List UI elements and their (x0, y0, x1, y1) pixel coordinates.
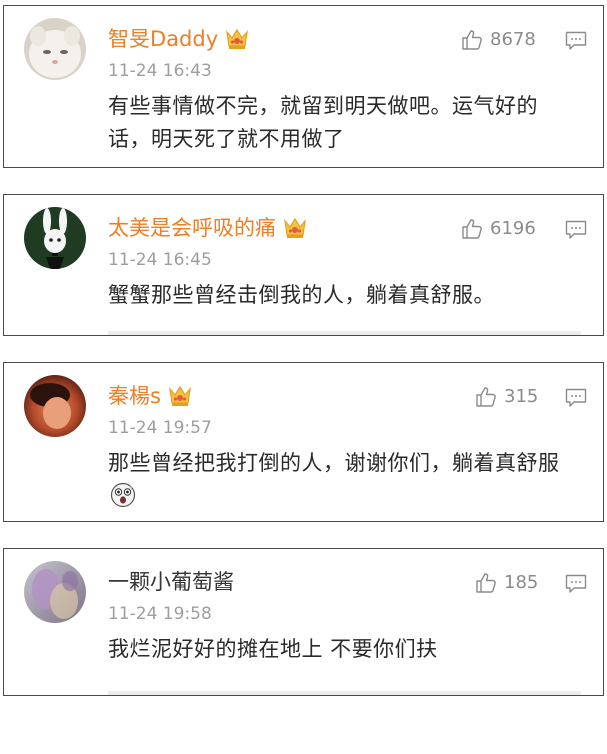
username[interactable]: 一颗小葡萄酱 (108, 567, 234, 597)
thumbs-up-icon (476, 387, 496, 407)
thumbs-up-icon (462, 219, 482, 239)
comment-icon (565, 31, 587, 50)
comment-icon (565, 220, 587, 239)
vip-crown-icon (282, 216, 308, 240)
like-count: 185 (504, 572, 539, 593)
like-count: 6196 (490, 218, 536, 239)
timestamp: 11-24 16:43 (108, 61, 212, 81)
divider (108, 331, 581, 335)
comment-button[interactable] (565, 31, 587, 51)
comment-card: 秦楊s 11-24 19:57 315 那些曾经把我打倒的人，谢谢你们，躺着真舒… (3, 362, 604, 522)
like-button[interactable]: 8678 (460, 28, 536, 52)
username[interactable]: 智旻Daddy (108, 24, 218, 54)
username-row: 一颗小葡萄酱 (108, 567, 234, 597)
thumbs-up-icon (462, 30, 482, 50)
timestamp: 11-24 19:58 (108, 604, 212, 624)
vip-crown-icon (224, 27, 250, 51)
like-button[interactable]: 6196 (460, 217, 536, 241)
thumbs-up-icon (476, 573, 496, 593)
like-button[interactable]: 185 (474, 571, 538, 595)
username[interactable]: 秦楊s (108, 381, 161, 411)
surprised-emoji-icon (110, 482, 136, 508)
avatar[interactable] (24, 18, 86, 80)
comment-text: 那些曾经把我打倒的人，谢谢你们，躺着真舒服 (108, 447, 578, 513)
comment-button[interactable] (565, 388, 587, 408)
timestamp: 11-24 19:57 (108, 418, 212, 438)
comment-text-body: 那些曾经把我打倒的人，谢谢你们，躺着真舒服 (108, 451, 560, 475)
comment-card: 一颗小葡萄酱 11-24 19:58 185 我烂泥好好的摊在地上 不要你们扶 (3, 548, 604, 696)
username-row: 智旻Daddy (108, 24, 250, 54)
comment-icon (565, 574, 587, 593)
comment-text: 有些事情做不完，就留到明天做吧。运气好的话，明天死了就不用做了 (108, 94, 538, 151)
avatar[interactable] (24, 375, 86, 437)
vip-crown-icon (167, 384, 193, 408)
avatar[interactable] (24, 207, 86, 269)
username-row: 秦楊s (108, 381, 193, 411)
comment-text: 我烂泥好好的摊在地上 不要你们扶 (108, 637, 438, 661)
comment-card: 太美是会呼吸的痛 11-24 16:45 6196 蟹蟹那些曾经击倒我的人，躺着… (3, 194, 604, 336)
comment-icon (565, 388, 587, 407)
comment-text: 蟹蟹那些曾经击倒我的人，躺着真舒服。 (108, 283, 495, 307)
comment-card: 智旻Daddy 11-24 16:43 8678 有些事情做不完，就留到明天做吧… (3, 5, 604, 168)
divider (108, 691, 581, 695)
like-count: 8678 (490, 29, 536, 50)
username[interactable]: 太美是会呼吸的痛 (108, 213, 276, 243)
timestamp: 11-24 16:45 (108, 250, 212, 270)
comment-button[interactable] (565, 220, 587, 240)
like-count: 315 (504, 386, 539, 407)
avatar[interactable] (24, 561, 86, 623)
like-button[interactable]: 315 (474, 385, 538, 409)
username-row: 太美是会呼吸的痛 (108, 213, 308, 243)
comment-button[interactable] (565, 574, 587, 594)
